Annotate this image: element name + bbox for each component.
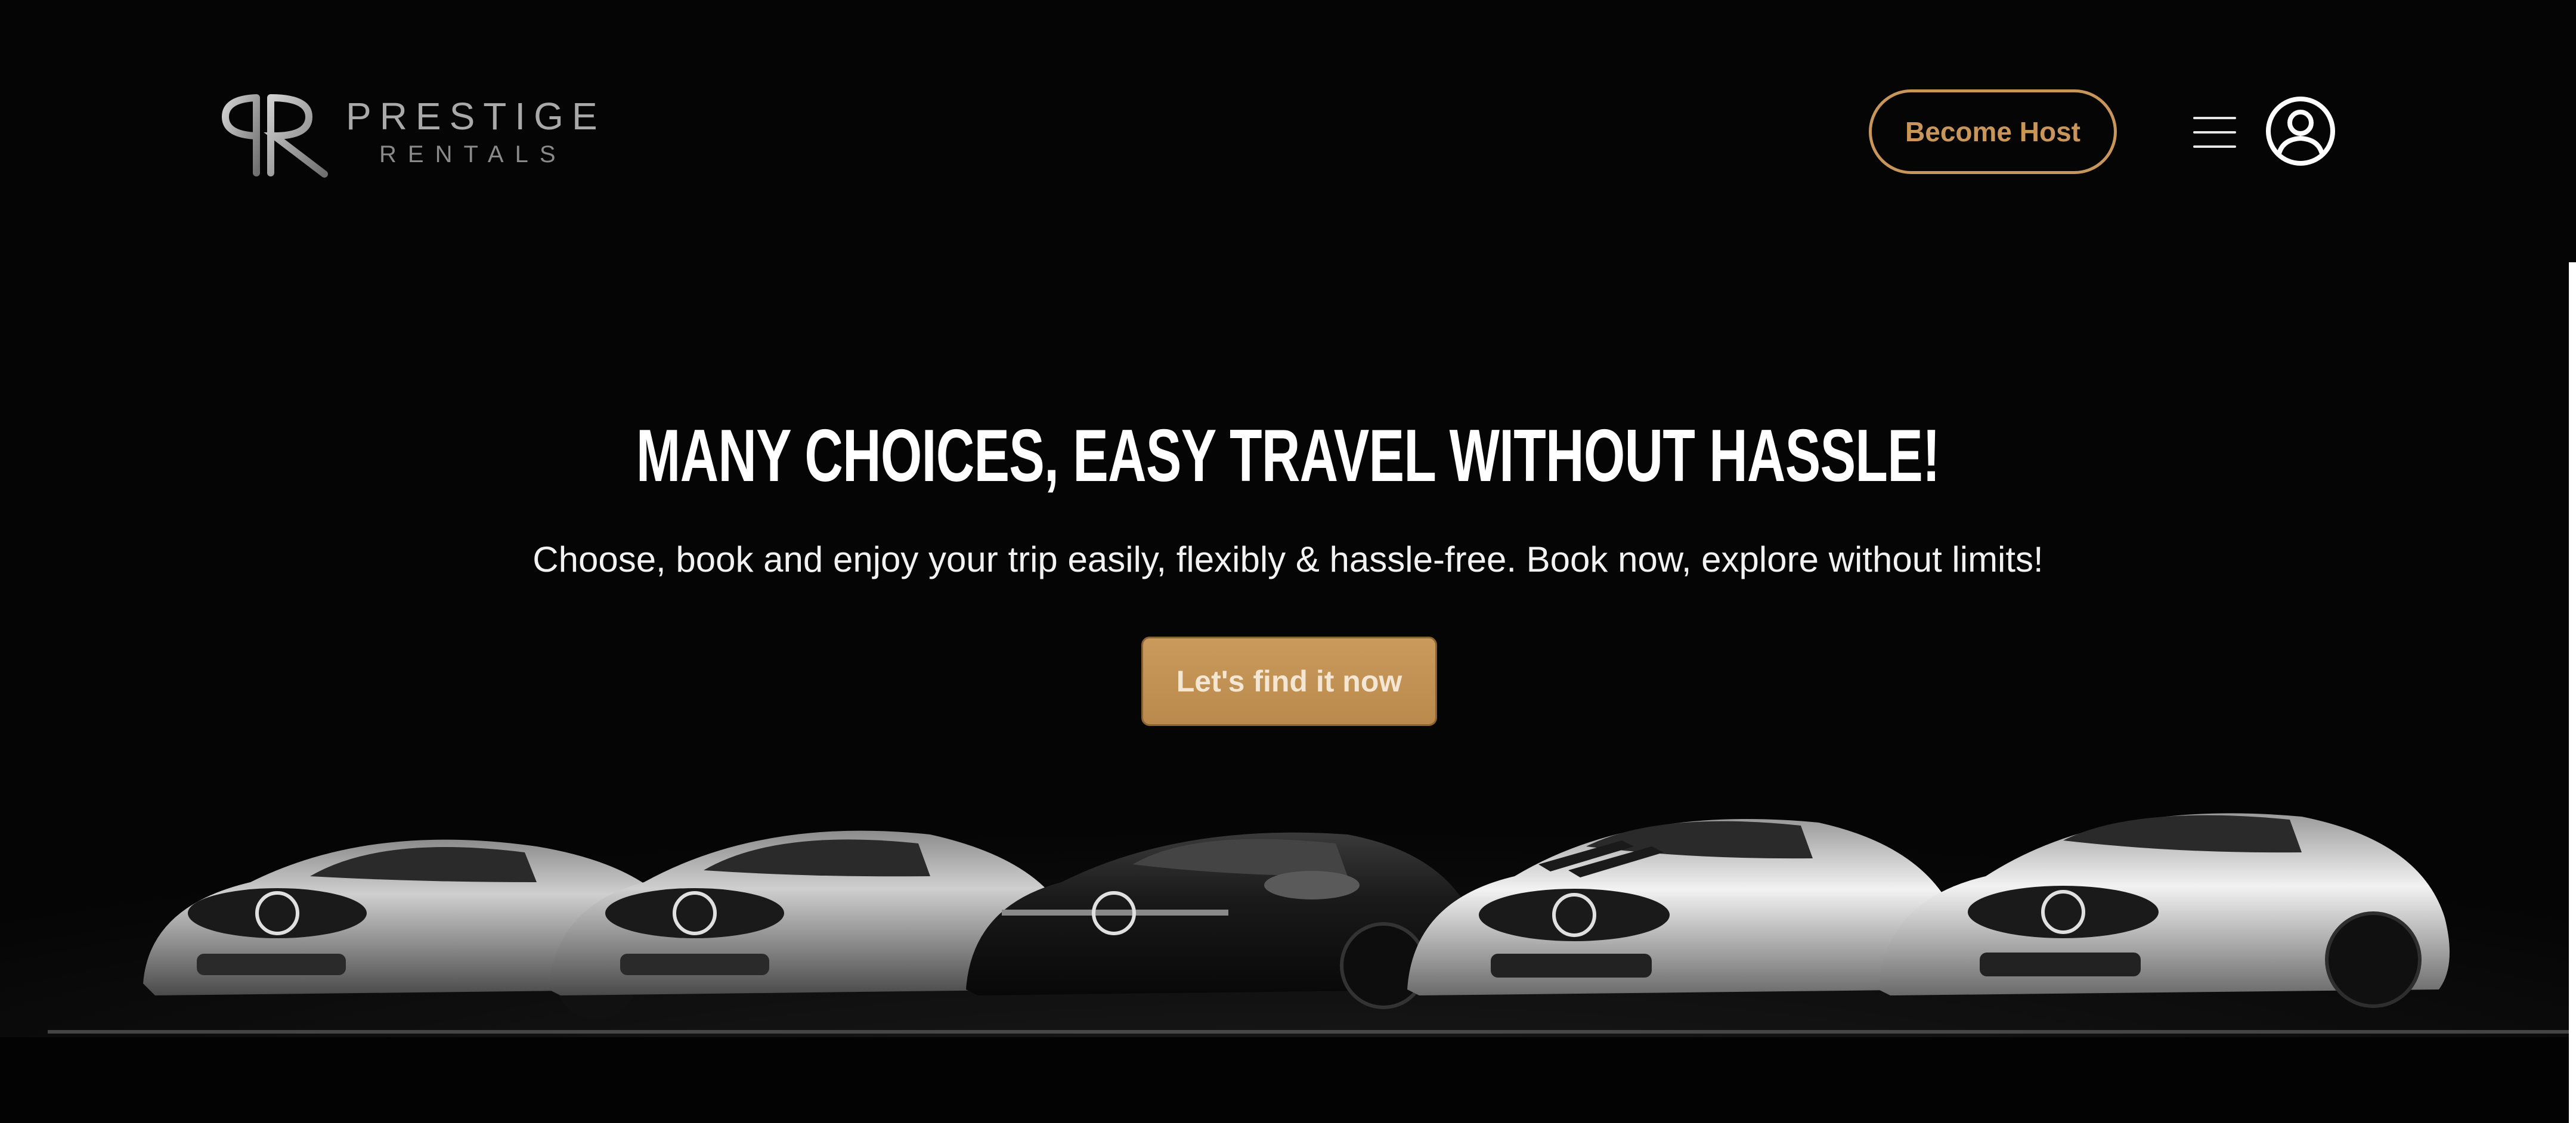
hamburger-menu-icon[interactable] [2193, 117, 2236, 148]
hero-subtitle: Choose, book and enjoy your trip easily,… [532, 539, 2044, 579]
pr-monogram-icon [221, 94, 328, 178]
landing-page: PRESTIGE RENTALS Become Host MANY CHOICE… [0, 0, 2576, 1123]
hero-title: MANY CHOICES, EASY TRAVEL WITHOUT HASSLE… [636, 415, 1940, 497]
prestige-rentals-logo[interactable]: PRESTIGE RENTALS [219, 91, 597, 180]
find-it-now-button[interactable]: Let's find it now [1141, 637, 1437, 726]
brand-name-line1: PRESTIGE [346, 95, 606, 138]
page-scrollbar[interactable] [2569, 262, 2576, 1123]
brand-name-line2: RENTALS [379, 141, 567, 167]
sports-cars-hero-image [0, 703, 2576, 1123]
brand-wordmark: PRESTIGE RENTALS [346, 95, 606, 168]
user-account-icon[interactable] [2265, 95, 2336, 167]
become-host-button[interactable]: Become Host [1869, 89, 2117, 174]
